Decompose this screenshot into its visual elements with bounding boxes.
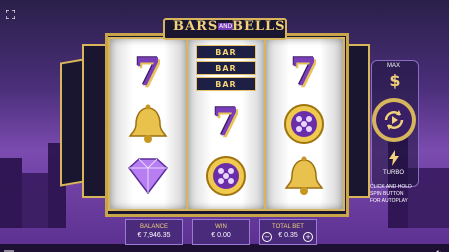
reel-2: BAR BAR BAR 7 xyxy=(186,37,267,211)
win-value: € 0.00 xyxy=(211,232,231,239)
spin-button[interactable] xyxy=(372,98,416,142)
fullscreen-icon[interactable] xyxy=(5,4,16,20)
logo-word-bars: BARS xyxy=(173,19,219,34)
coin-symbol xyxy=(199,153,253,199)
building-left-1 xyxy=(0,158,22,228)
max-bet-button[interactable]: $ xyxy=(387,71,403,90)
bar-symbol-1: BAR xyxy=(196,45,256,59)
sound-icon[interactable] xyxy=(433,243,443,252)
seven-symbol: 7 xyxy=(290,49,318,94)
autoplay-hint-line-1: CLICK AND HOLD xyxy=(370,184,412,190)
spin-arrows-icon xyxy=(384,110,404,130)
reel-1: 7 xyxy=(108,37,189,211)
logo-word-bells: BELLS xyxy=(232,19,286,34)
autoplay-hint-line-3: FOR AUTOPLAY xyxy=(370,198,408,204)
menu-icon[interactable] xyxy=(4,243,14,252)
game-logo: BARS AND BELLS xyxy=(163,14,287,40)
logo-word-and: AND xyxy=(218,23,234,30)
balance-panel: BALANCE € 7,946.35 xyxy=(125,219,183,245)
max-label: MAX xyxy=(387,63,401,69)
bar-symbol-2: BAR xyxy=(196,61,256,75)
turbo-button[interactable] xyxy=(388,150,400,166)
win-label: WIN xyxy=(215,224,227,230)
balance-value: € 7,946.35 xyxy=(137,232,171,239)
total-bet-label: TOTAL BET xyxy=(272,224,304,230)
dollar-icon: $ xyxy=(389,71,400,90)
building-left-2 xyxy=(22,173,48,228)
win-panel: WIN € 0.00 xyxy=(192,219,250,245)
increase-bet-button[interactable]: + xyxy=(303,232,313,242)
autoplay-hint-line-2: SPIN BUTTON xyxy=(370,191,404,197)
decrease-bet-button[interactable]: − xyxy=(262,232,272,242)
turbo-label: TURBO xyxy=(383,170,404,176)
bell-symbol xyxy=(277,153,331,199)
reel-3: 7 xyxy=(264,37,345,211)
seven-symbol: 7 xyxy=(212,99,240,144)
autoplay-hint: CLICK AND HOLD SPIN BUTTON FOR AUTOPLAY xyxy=(370,184,440,205)
bottom-strip xyxy=(0,244,449,252)
bell-symbol xyxy=(121,101,175,147)
lightning-icon xyxy=(389,150,399,166)
coin-symbol xyxy=(277,101,331,147)
bar-symbol-3: BAR xyxy=(196,77,256,91)
balance-label: BALANCE xyxy=(139,224,168,230)
slot-game-screen: 7 BAR BAR BAR 7 7 BARS AND BELLS MAX $ T… xyxy=(0,0,449,252)
diamond-symbol xyxy=(121,153,175,199)
seven-symbol: 7 xyxy=(134,49,162,94)
spin-button-inner xyxy=(376,102,412,138)
triple-bar-symbol: BAR BAR BAR xyxy=(196,45,256,91)
svg-text:$: $ xyxy=(389,71,400,89)
